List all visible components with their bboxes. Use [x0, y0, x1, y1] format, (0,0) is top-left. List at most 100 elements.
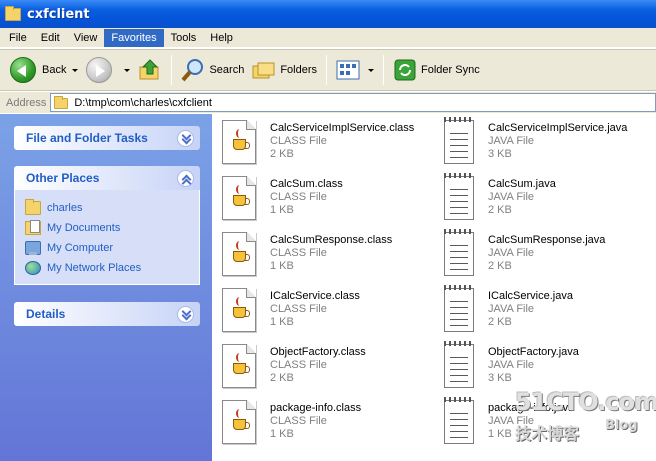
file-type: JAVA File: [488, 359, 535, 371]
file-name: CalcSum.java: [488, 178, 556, 190]
address-path: D:\tmp\com\charles\cxfclient: [74, 96, 212, 109]
class-file-icon: [222, 232, 256, 276]
file-item[interactable]: CalcSum.java JAVA File 2 KB: [444, 173, 654, 228]
file-size: 2 KB: [488, 204, 512, 216]
file-item[interactable]: CalcServiceImplService.java JAVA File 3 KB: [444, 117, 654, 172]
class-file-icon: [222, 176, 256, 220]
class-file-icon: [222, 120, 256, 164]
file-folder-tasks-title: File and Folder Tasks: [26, 131, 148, 145]
menu-file[interactable]: File: [2, 29, 34, 47]
file-item[interactable]: ObjectFactory.java JAVA File 3 KB: [444, 341, 654, 396]
file-type: JAVA File: [488, 135, 535, 147]
collapse-chevron-icon[interactable]: [177, 169, 194, 187]
toolbar-separator: [326, 55, 328, 85]
file-name: CalcSumResponse.java: [488, 234, 606, 246]
place-charles[interactable]: charles: [25, 198, 199, 218]
menu-edit[interactable]: Edit: [34, 29, 67, 47]
file-item[interactable]: CalcSumResponse.java JAVA File 2 KB: [444, 229, 654, 284]
folder-icon: [54, 96, 69, 109]
java-file-icon: [444, 117, 474, 164]
file-size: 1 KB: [270, 260, 294, 272]
file-name: ObjectFactory.class: [270, 346, 366, 358]
file-type: CLASS File: [270, 303, 327, 315]
other-places-list: charles My Documents My Computer My Netw…: [14, 190, 200, 285]
file-folder-tasks-header[interactable]: File and Folder Tasks: [14, 126, 200, 150]
other-places-header[interactable]: Other Places: [14, 166, 200, 190]
chevron-down-icon[interactable]: [368, 68, 375, 72]
menu-favorites[interactable]: Favorites: [104, 28, 164, 47]
file-list: CalcServiceImplService.class CLASS File 2 …: [212, 114, 656, 461]
place-label: charles: [47, 202, 83, 214]
folders-button[interactable]: Folders: [248, 53, 321, 87]
file-size: 3 KB: [488, 372, 512, 384]
file-item[interactable]: CalcSumResponse.class CLASS File 1 KB: [222, 232, 432, 284]
folder-icon: [5, 5, 21, 21]
menu-bar: File Edit View Favorites Tools Help: [0, 28, 656, 48]
place-my-computer[interactable]: My Computer: [25, 238, 199, 258]
file-name: CalcSum.class: [270, 178, 343, 190]
file-type: CLASS File: [270, 415, 327, 427]
forward-button[interactable]: [82, 53, 134, 87]
network-places-icon: [25, 261, 41, 275]
file-size: 1 KB: [270, 316, 294, 328]
file-name: CalcServiceImplService.java: [488, 122, 628, 134]
folder-sync-button[interactable]: Folder Sync: [389, 53, 484, 87]
back-arrow-icon: [10, 57, 36, 83]
class-file-icon: [222, 344, 256, 388]
details-title: Details: [26, 307, 66, 321]
file-name: package-info.java: [488, 402, 575, 414]
chevron-down-icon[interactable]: [124, 68, 131, 72]
file-item[interactable]: CalcSum.class CLASS File 1 KB: [222, 176, 432, 228]
file-item[interactable]: package-info.java JAVA File 1 KB: [444, 397, 654, 452]
file-size: 1 KB: [270, 428, 294, 440]
menu-tools[interactable]: Tools: [164, 29, 204, 47]
forward-arrow-icon: [86, 57, 113, 83]
file-size: 2 KB: [270, 372, 294, 384]
file-item[interactable]: ObjectFactory.class CLASS File 2 KB: [222, 344, 432, 396]
task-pane: File and Folder Tasks Other Places charl…: [0, 114, 212, 461]
other-places-title: Other Places: [26, 171, 100, 185]
search-button[interactable]: Search: [177, 53, 248, 87]
menu-view[interactable]: View: [67, 29, 105, 47]
other-places-panel: Other Places charles My Documents My Com…: [14, 166, 200, 285]
my-documents-icon: [25, 220, 41, 235]
place-label: My Documents: [47, 222, 121, 234]
up-folder-button[interactable]: [134, 53, 166, 87]
java-file-icon: [444, 229, 474, 276]
folders-icon: [252, 62, 275, 79]
folders-label: Folders: [280, 64, 318, 76]
place-label: My Network Places: [47, 262, 142, 274]
java-file-icon: [444, 173, 474, 220]
toolbar: Back Search Folders Folder Sync: [0, 49, 656, 91]
file-size: 2 KB: [270, 148, 294, 160]
file-type: JAVA File: [488, 247, 535, 259]
place-my-documents[interactable]: My Documents: [25, 218, 199, 238]
expand-chevron-icon[interactable]: [177, 129, 194, 147]
file-item[interactable]: CalcServiceImplService.class CLASS File 2 …: [222, 120, 432, 172]
views-icon: [336, 60, 360, 80]
file-type: JAVA File: [488, 303, 535, 315]
window-title: cxfclient: [27, 6, 90, 22]
address-input[interactable]: D:\tmp\com\charles\cxfclient: [50, 93, 656, 112]
java-file-icon: [444, 285, 474, 332]
file-name: CalcServiceImplService.class: [270, 122, 415, 134]
details-header[interactable]: Details: [14, 302, 200, 326]
class-file-icon: [222, 400, 256, 444]
menu-help[interactable]: Help: [203, 29, 240, 47]
file-type: CLASS File: [270, 359, 327, 371]
file-item[interactable]: package-info.class CLASS File 1 KB: [222, 400, 432, 452]
expand-chevron-icon[interactable]: [177, 305, 194, 323]
file-size: 1 KB: [488, 428, 512, 440]
back-button[interactable]: Back: [6, 53, 82, 87]
file-folder-tasks-panel: File and Folder Tasks: [14, 126, 200, 150]
file-item[interactable]: ICalcService.class CLASS File 1 KB: [222, 288, 432, 340]
place-my-network-places[interactable]: My Network Places: [25, 258, 199, 278]
file-type: JAVA File: [488, 191, 535, 203]
file-type: CLASS File: [270, 135, 327, 147]
folder-sync-icon: [394, 59, 416, 81]
views-button[interactable]: [332, 53, 378, 87]
back-label: Back: [42, 64, 67, 76]
file-item[interactable]: ICalcService.java JAVA File 2 KB: [444, 285, 654, 340]
chevron-down-icon[interactable]: [72, 68, 79, 72]
file-size: 1 KB: [270, 204, 294, 216]
